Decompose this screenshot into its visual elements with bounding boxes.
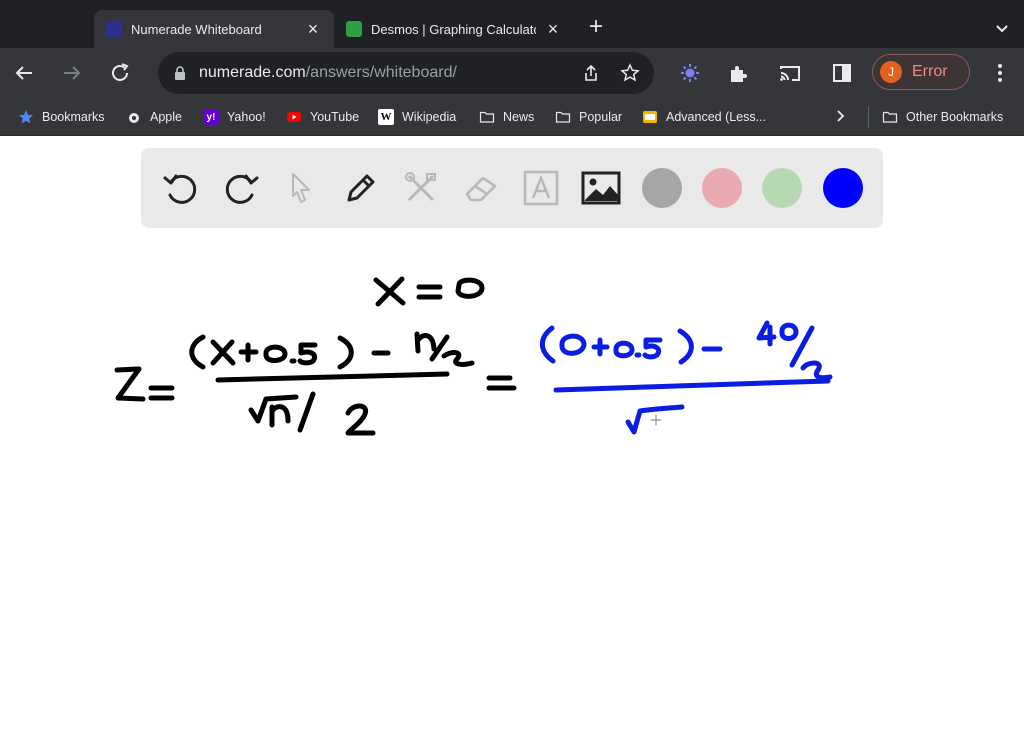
whiteboard-canvas[interactable] [0, 137, 1024, 746]
folder-icon [555, 109, 571, 125]
bookmark-youtube[interactable]: YouTube [286, 107, 359, 127]
cast-icon[interactable] [778, 61, 802, 85]
tab-title: Numerade Whiteboard [131, 21, 262, 37]
forward-button-icon[interactable] [60, 61, 84, 85]
bookmark-icon [642, 109, 658, 125]
extension-sun-icon[interactable] [678, 61, 702, 85]
whiteboard-page [0, 137, 1024, 746]
wikipedia-icon: W [378, 109, 394, 125]
close-tab-icon[interactable]: × [304, 19, 322, 39]
bookmark-bookmarks[interactable]: Bookmarks [18, 107, 105, 127]
share-icon[interactable] [581, 63, 601, 83]
profile-error-button[interactable]: J Error [872, 54, 970, 90]
bookmark-label: Advanced (Less... [666, 110, 767, 124]
bookmark-label: Popular [579, 110, 623, 124]
tab-desmos[interactable]: Desmos | Graphing Calculato × [334, 10, 574, 48]
lock-icon [175, 66, 185, 80]
new-tab-button[interactable]: + [584, 15, 608, 40]
bookmark-apple[interactable]: Apple [126, 107, 182, 127]
yahoo-icon: y! [203, 109, 219, 125]
bookmark-label: YouTube [310, 110, 360, 124]
bookmark-folder-news[interactable]: News [479, 107, 534, 127]
bookmark-label: Wikipedia [402, 110, 457, 124]
black-handwriting [114, 276, 517, 436]
more-bookmarks-chevron-icon[interactable] [832, 108, 848, 124]
numerade-favicon-icon [106, 21, 122, 37]
star-icon [18, 109, 34, 125]
tab-numerade-whiteboard[interactable]: Numerade Whiteboard × [94, 10, 334, 48]
address-bar[interactable]: numerade.com/answers/whiteboard/ [158, 52, 654, 94]
bookmark-yahoo[interactable]: y! Yahoo! [203, 107, 266, 127]
more-menu-icon[interactable] [990, 61, 1010, 85]
crosshair-cursor-icon [650, 414, 662, 426]
bookmark-other-bookmarks[interactable]: Other Bookmarks [882, 107, 1003, 127]
desmos-favicon-icon [346, 21, 362, 37]
url-path: /answers/whiteboard/ [305, 64, 457, 81]
back-button-icon[interactable] [12, 61, 36, 85]
reload-button-icon[interactable] [108, 61, 132, 85]
folder-icon [882, 109, 898, 125]
folder-icon [479, 109, 495, 125]
tab-title: Desmos | Graphing Calculato [371, 21, 536, 37]
bookmark-label: Bookmarks [42, 110, 105, 124]
tab-strip: Numerade Whiteboard × Desmos | Graphing … [0, 0, 1024, 48]
extensions-puzzle-icon[interactable] [727, 61, 751, 85]
youtube-icon [286, 109, 302, 125]
bookmark-label: Yahoo! [227, 110, 266, 124]
bookmark-folder-popular[interactable]: Popular [555, 107, 622, 127]
bookmark-wikipedia[interactable]: W Wikipedia [378, 107, 456, 127]
bookmarks-separator [868, 106, 869, 128]
profile-avatar: J [880, 61, 902, 83]
side-panel-icon[interactable] [830, 61, 854, 85]
bookmark-label: Apple [150, 110, 182, 124]
bookmark-star-icon[interactable] [620, 63, 640, 83]
bookmark-advanced[interactable]: Advanced (Less... [642, 107, 766, 127]
bookmark-label: News [503, 110, 535, 124]
apple-icon [126, 109, 142, 125]
bookmarks-bar: Bookmarks Apple y! Yahoo! YouTube W Wiki… [0, 98, 1024, 136]
browser-toolbar: numerade.com/answers/whiteboard/ J Error [0, 48, 1024, 98]
profile-error-label: Error [912, 63, 948, 80]
blue-handwriting [539, 320, 833, 435]
close-tab-icon[interactable]: × [544, 19, 562, 39]
url-domain: numerade.com [199, 64, 306, 81]
url-text: numerade.com/answers/whiteboard/ [199, 64, 457, 82]
tab-search-chevron-icon[interactable] [992, 18, 1012, 38]
bookmark-label: Other Bookmarks [906, 110, 1004, 124]
